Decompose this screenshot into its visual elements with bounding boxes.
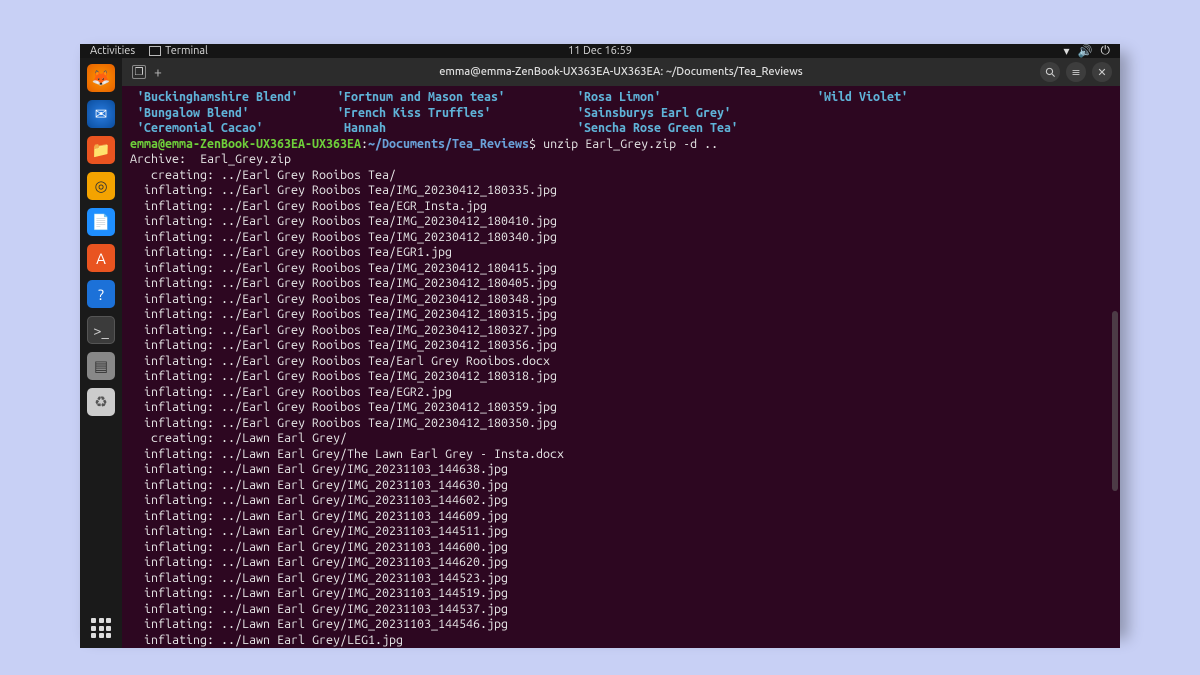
output-line: inflating: ../Lawn Earl Grey/The Lawn Ea… — [130, 447, 1112, 463]
dock-disk-icon[interactable]: ▤ — [87, 352, 115, 380]
ls-row: 'Ceremonial Cacao' Hannah 'Sencha Rose G… — [130, 121, 1112, 137]
dock-software-icon[interactable]: A — [87, 244, 115, 272]
desktop: Activities Terminal 11 Dec 16:59 ▾ 🔊 ⏻ 🦊… — [80, 44, 1120, 631]
output-line: inflating: ../Lawn Earl Grey/IMG_2023110… — [130, 555, 1112, 571]
ls-entry: 'French Kiss Truffles' — [330, 106, 570, 122]
gnome-topbar: Activities Terminal 11 Dec 16:59 ▾ 🔊 ⏻ — [80, 44, 1120, 58]
wifi-icon: ▾ — [1064, 44, 1070, 58]
output-line: inflating: ../Earl Grey Rooibos Tea/IMG_… — [130, 307, 1112, 323]
output-line: inflating: ../Lawn Earl Grey/IMG_2023110… — [130, 509, 1112, 525]
ls-entry — [810, 106, 970, 122]
output-line: inflating: ../Lawn Earl Grey/IMG_2023110… — [130, 602, 1112, 618]
dock-music-icon[interactable]: ◎ — [87, 172, 115, 200]
output-line: inflating: ../Lawn Earl Grey/IMG_2023110… — [130, 586, 1112, 602]
ls-entry: 'Sencha Rose Green Tea' — [570, 121, 810, 137]
output-line: inflating: ../Earl Grey Rooibos Tea/IMG_… — [130, 323, 1112, 339]
hamburger-icon: ≡ — [1071, 66, 1080, 79]
search-button[interactable] — [1040, 62, 1060, 82]
close-icon: ✕ — [1097, 66, 1106, 79]
output-line: inflating: ../Lawn Earl Grey/IMG_2023110… — [130, 462, 1112, 478]
power-icon: ⏻ — [1101, 44, 1111, 58]
output-line: inflating: ../Lawn Earl Grey/IMG_2023110… — [130, 524, 1112, 540]
dock-thunderbird-icon[interactable]: ✉ — [87, 100, 115, 128]
system-tray[interactable]: ▾ 🔊 ⏻ — [1064, 44, 1110, 58]
command-text: unzip Earl_Grey.zip -d .. — [543, 137, 718, 151]
window-titlebar[interactable]: ❐ + emma@emma-ZenBook-UX363EA-UX363EA: ~… — [122, 58, 1120, 86]
terminal-app-icon — [149, 46, 161, 56]
ls-row: 'Buckinghamshire Blend' 'Fortnum and Mas… — [130, 90, 1112, 106]
ls-entry: 'Wild Violet' — [810, 90, 970, 106]
ls-entry: 'Sainsburys Earl Grey' — [570, 106, 810, 122]
ls-entry: 'Bungalow Blend' — [130, 106, 330, 122]
clock[interactable]: 11 Dec 16:59 — [568, 45, 632, 57]
output-line: inflating: ../Earl Grey Rooibos Tea/IMG_… — [130, 276, 1112, 292]
close-button[interactable]: ✕ — [1092, 62, 1112, 82]
ls-entry: 'Ceremonial Cacao' — [130, 121, 330, 137]
output-line: inflating: ../Earl Grey Rooibos Tea/IMG_… — [130, 183, 1112, 199]
output-line: inflating: ../Earl Grey Rooibos Tea/IMG_… — [130, 400, 1112, 416]
dock-trash-icon[interactable]: ♻ — [87, 388, 115, 416]
ls-row: 'Bungalow Blend' 'French Kiss Truffles' … — [130, 106, 1112, 122]
volume-icon: 🔊 — [1078, 44, 1093, 58]
output-line: inflating: ../Lawn Earl Grey/IMG_2023110… — [130, 540, 1112, 556]
output-line: inflating: ../Earl Grey Rooibos Tea/EGR2… — [130, 385, 1112, 401]
prompt-path: ~/Documents/Tea_Reviews — [368, 137, 529, 151]
dock-writer-icon[interactable]: 📄 — [87, 208, 115, 236]
app-menu[interactable]: Terminal — [149, 45, 208, 57]
terminal-output[interactable]: 'Buckinghamshire Blend' 'Fortnum and Mas… — [122, 86, 1120, 648]
dock-help-icon[interactable]: ? — [87, 280, 115, 308]
output-line: inflating: ../Earl Grey Rooibos Tea/IMG_… — [130, 292, 1112, 308]
scrollbar[interactable] — [1112, 311, 1118, 491]
output-line: inflating: ../Earl Grey Rooibos Tea/IMG_… — [130, 416, 1112, 432]
output-line: inflating: ../Lawn Earl Grey/IMG_2023110… — [130, 571, 1112, 587]
window-title: emma@emma-ZenBook-UX363EA-UX363EA: ~/Doc… — [439, 66, 803, 78]
output-line: inflating: ../Earl Grey Rooibos Tea/IMG_… — [130, 230, 1112, 246]
output-line: inflating: ../Lawn Earl Grey/IMG_2023110… — [130, 478, 1112, 494]
ls-entry: 'Fortnum and Mason teas' — [330, 90, 570, 106]
output-line: inflating: ../Earl Grey Rooibos Tea/IMG_… — [130, 369, 1112, 385]
output-line: inflating: ../Earl Grey Rooibos Tea/IMG_… — [130, 338, 1112, 354]
output-line: inflating: ../Lawn Earl Grey/IMG_2023110… — [130, 493, 1112, 509]
search-icon — [1045, 67, 1056, 78]
dock-terminal-icon[interactable]: >_ — [87, 316, 115, 344]
dock-firefox-icon[interactable]: 🦊 — [87, 64, 115, 92]
new-tab-icon[interactable]: ❐ — [132, 65, 146, 79]
prompt-line: emma@emma-ZenBook-UX363EA-UX363EA:~/Docu… — [130, 137, 1112, 153]
prompt-user: emma@emma-ZenBook-UX363EA-UX363EA — [130, 137, 361, 151]
terminal-window: ❐ + emma@emma-ZenBook-UX363EA-UX363EA: ~… — [122, 58, 1120, 648]
menu-button[interactable]: ≡ — [1066, 62, 1086, 82]
output-line: inflating: ../Lawn Earl Grey/IMG_2023110… — [130, 617, 1112, 633]
output-line: creating: ../Lawn Earl Grey/ — [130, 431, 1112, 447]
plus-icon[interactable]: + — [154, 64, 162, 80]
output-line: creating: ../Earl Grey Rooibos Tea/ — [130, 168, 1112, 184]
ls-entry: Hannah — [330, 121, 570, 137]
ls-entry: 'Rosa Limon' — [570, 90, 810, 106]
output-line: Archive: Earl_Grey.zip — [130, 152, 1112, 168]
dock-files-icon[interactable]: 📁 — [87, 136, 115, 164]
dock: 🦊 ✉ 📁 ◎ 📄 A ? >_ ▤ ♻ — [80, 58, 122, 648]
output-line: inflating: ../Earl Grey Rooibos Tea/EGR_… — [130, 199, 1112, 215]
output-line: inflating: ../Earl Grey Rooibos Tea/IMG_… — [130, 214, 1112, 230]
app-menu-label: Terminal — [165, 45, 208, 57]
show-applications-button[interactable] — [87, 614, 115, 642]
output-line: inflating: ../Earl Grey Rooibos Tea/Earl… — [130, 354, 1112, 370]
output-line: inflating: ../Earl Grey Rooibos Tea/EGR1… — [130, 245, 1112, 261]
ls-entry: 'Buckinghamshire Blend' — [130, 90, 330, 106]
output-line: inflating: ../Lawn Earl Grey/LEG1.jpg — [130, 633, 1112, 649]
activities-button[interactable]: Activities — [90, 45, 135, 57]
output-line: inflating: ../Earl Grey Rooibos Tea/IMG_… — [130, 261, 1112, 277]
ls-entry — [810, 121, 970, 137]
